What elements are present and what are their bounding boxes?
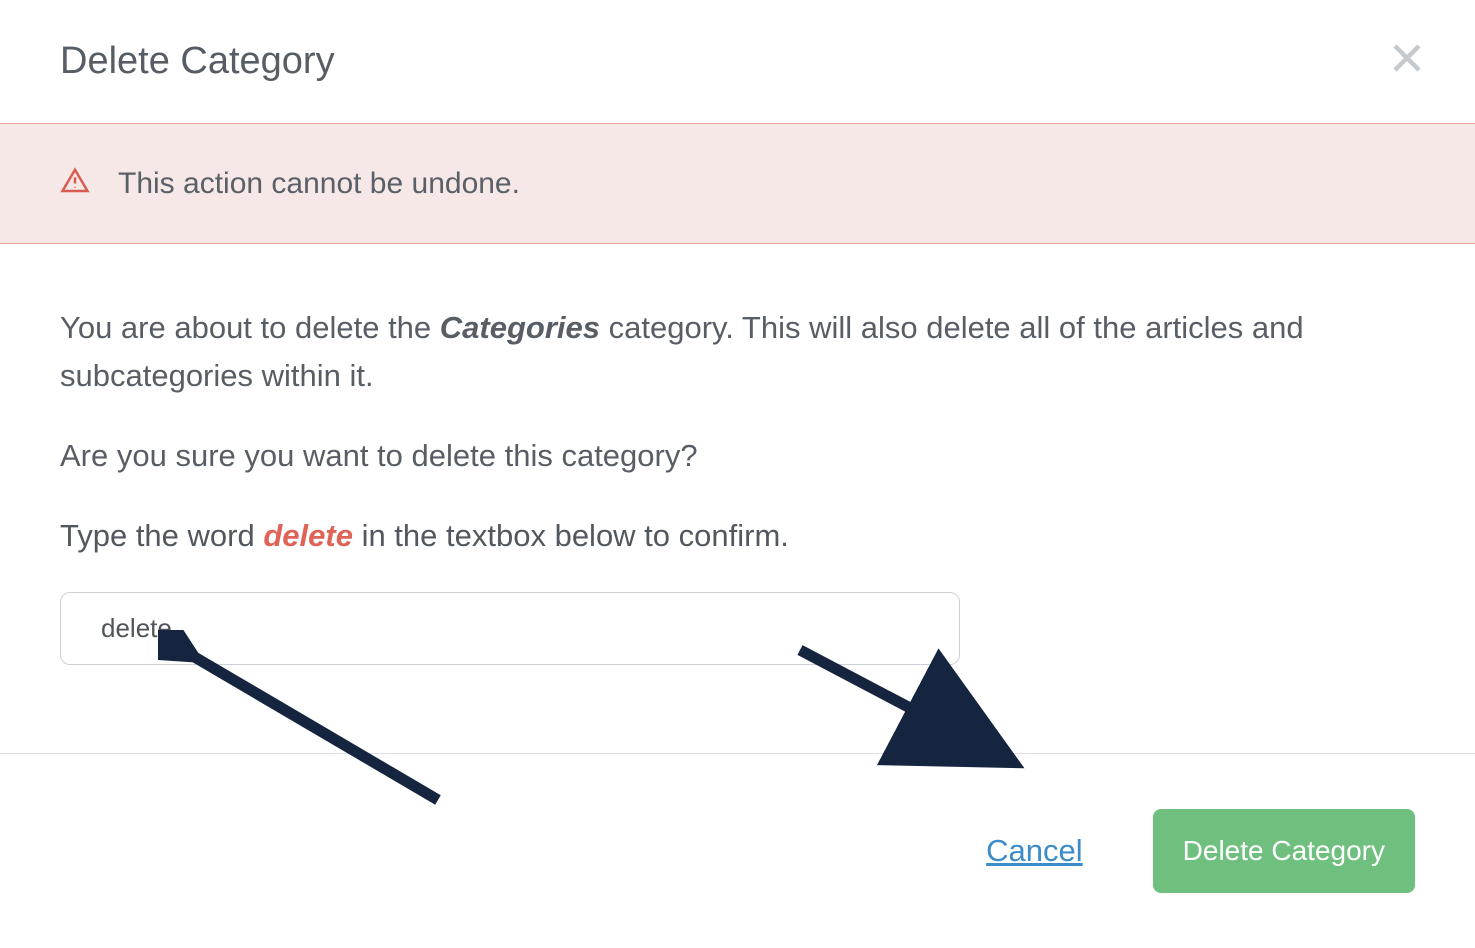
type-instruction: Type the word delete in the textbox belo… [60, 512, 1415, 560]
warning-triangle-icon [60, 166, 90, 201]
confirm-delete-input[interactable] [60, 592, 960, 665]
intro-paragraph: You are about to delete the Categories c… [60, 304, 1415, 400]
modal-footer: Cancel Delete Category [0, 753, 1475, 948]
modal-body: You are about to delete the Categories c… [0, 244, 1475, 705]
delete-category-button[interactable]: Delete Category [1153, 809, 1415, 893]
delete-category-modal: Delete Category This action cannot be un… [0, 0, 1475, 948]
cancel-link[interactable]: Cancel [986, 833, 1083, 869]
warning-text: This action cannot be undone. [118, 167, 520, 201]
modal-header: Delete Category [0, 0, 1475, 123]
warning-banner: This action cannot be undone. [0, 123, 1475, 244]
close-button[interactable] [1389, 40, 1425, 76]
confirm-question: Are you sure you want to delete this cat… [60, 432, 1415, 480]
modal-title: Delete Category [60, 40, 1415, 83]
